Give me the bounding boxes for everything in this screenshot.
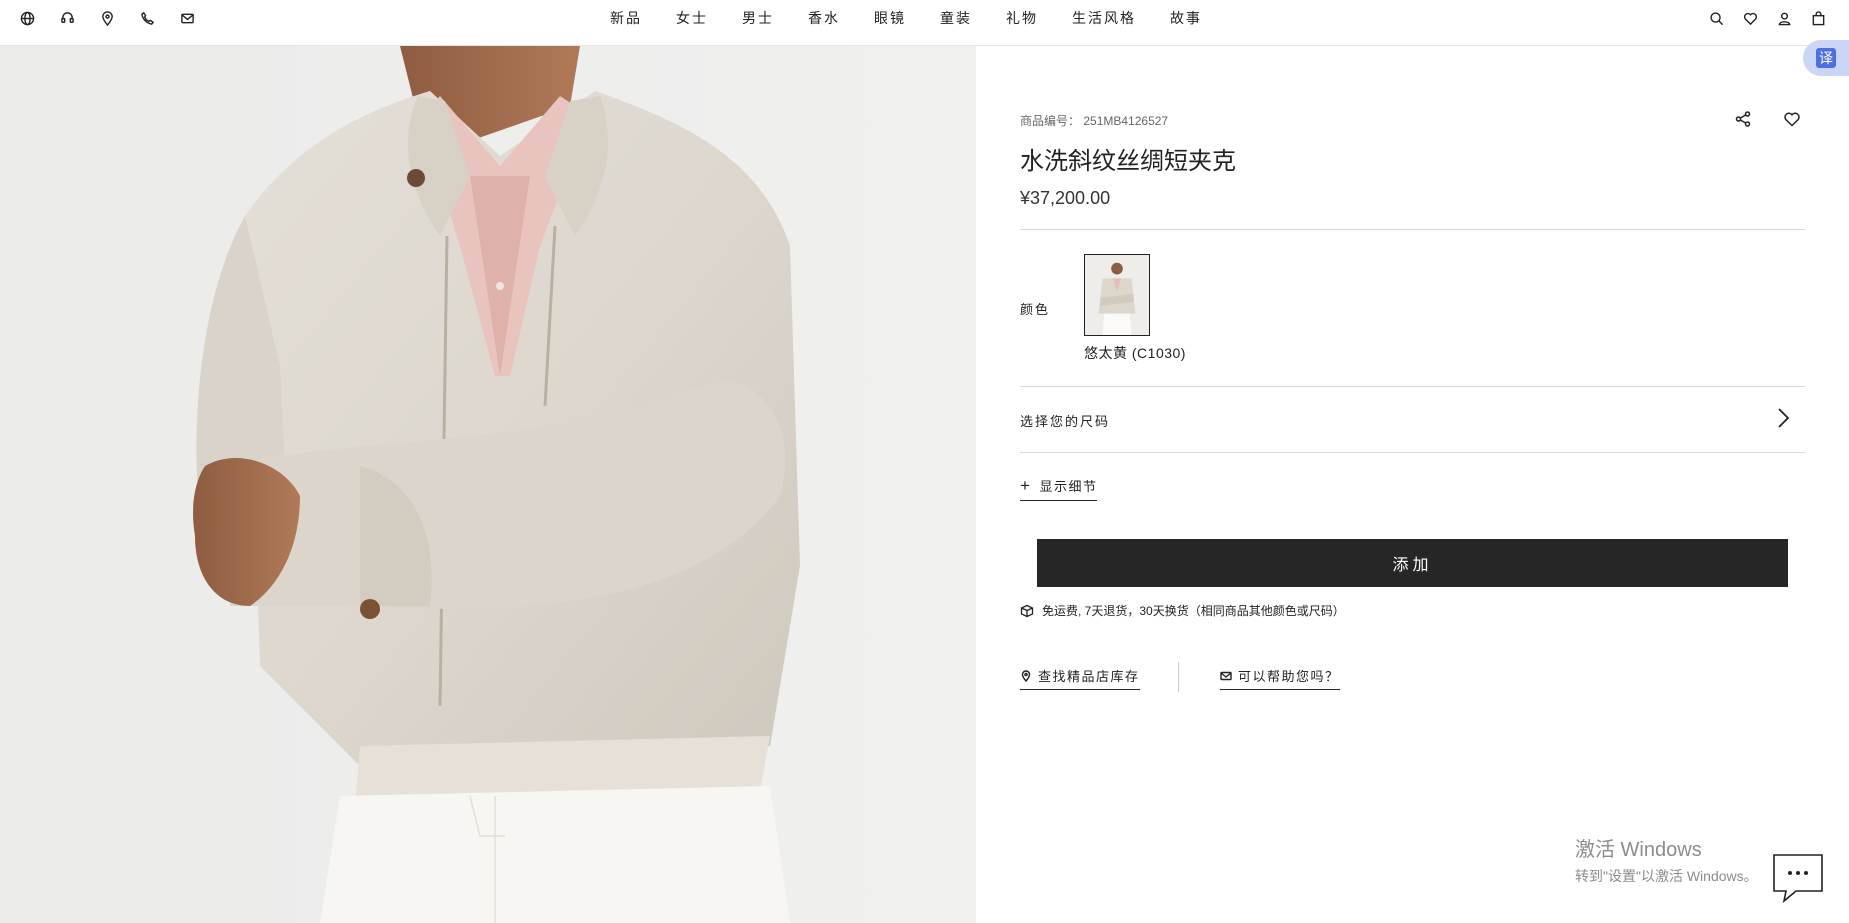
- product-price: ¥37,200.00: [1020, 188, 1111, 208]
- location-pin-icon: [1021, 669, 1031, 682]
- add-to-wishlist-icon[interactable]: [1783, 110, 1801, 133]
- nav-new[interactable]: 新品: [610, 8, 642, 28]
- nav-women[interactable]: 女士: [676, 8, 708, 28]
- shipping-info: 免运费, 7天退货，30天换货（相同商品其他颜色或尺码）: [1020, 602, 1345, 619]
- windows-activation-watermark: 激活 Windows 转到"设置"以激活 Windows。: [1575, 833, 1758, 886]
- add-to-bag-button[interactable]: 添加: [1037, 539, 1788, 587]
- nav-stories[interactable]: 故事: [1170, 8, 1202, 28]
- mail-icon: [1220, 671, 1232, 680]
- nav-kids[interactable]: 童装: [940, 8, 972, 28]
- help-label: 可以帮助您吗？: [1238, 669, 1340, 684]
- bag-icon[interactable]: [1809, 9, 1827, 27]
- header-left-icons: [18, 9, 196, 27]
- location-pin-icon[interactable]: [98, 9, 116, 27]
- customer-service-icon[interactable]: [58, 9, 76, 27]
- wishlist-icon[interactable]: [1741, 9, 1759, 27]
- help-link[interactable]: 可以帮助您吗？: [1220, 666, 1340, 690]
- nav-gifts[interactable]: 礼物: [1006, 8, 1038, 28]
- translate-icon: 译: [1816, 48, 1836, 68]
- account-icon[interactable]: [1775, 9, 1793, 27]
- show-details-toggle[interactable]: + 显示细节: [1020, 476, 1098, 501]
- share-icon[interactable]: [1734, 110, 1752, 133]
- nav-men[interactable]: 男士: [742, 8, 774, 28]
- divider: [1020, 229, 1805, 230]
- nav-fragrance[interactable]: 香水: [808, 8, 840, 28]
- selected-color-name: 悠太黄 (C1030): [1084, 345, 1186, 361]
- plus-icon: +: [1020, 476, 1032, 495]
- product-image[interactable]: [0, 46, 976, 923]
- divider: [1178, 662, 1179, 692]
- nav-eyewear[interactable]: 眼镜: [874, 8, 906, 28]
- color-label: 颜色: [1020, 302, 1051, 317]
- divider: [1020, 452, 1805, 453]
- watermark-title: 激活 Windows: [1575, 839, 1702, 861]
- translate-button[interactable]: 译: [1803, 40, 1849, 76]
- show-details-label: 显示细节: [1039, 479, 1098, 494]
- color-swatch[interactable]: [1084, 254, 1150, 336]
- store-stock-link[interactable]: 查找精品店库存: [1020, 666, 1140, 690]
- top-header: 新品 女士 男士 香水 眼镜 童装 礼物 生活风格 故事: [0, 0, 1849, 46]
- phone-icon[interactable]: [138, 9, 156, 27]
- nav-lifestyle[interactable]: 生活风格: [1072, 8, 1136, 28]
- chat-icon[interactable]: [1770, 851, 1826, 904]
- product-title: 水洗斜纹丝绸短夹克: [1020, 148, 1236, 175]
- main-nav: 新品 女士 男士 香水 眼镜 童装 礼物 生活风格 故事: [610, 0, 1236, 36]
- product-sku: 商品编号： 251MB4126527: [1020, 112, 1168, 129]
- header-right-icons: [1707, 9, 1827, 27]
- shipping-text: 免运费, 7天退货，30天换货（相同商品其他颜色或尺码）: [1042, 604, 1345, 618]
- size-selector[interactable]: 选择您的尺码: [1020, 386, 1805, 452]
- chevron-right-icon: [1773, 406, 1793, 430]
- size-selector-label: 选择您的尺码: [1020, 414, 1111, 429]
- sku-label: 商品编号：: [1020, 114, 1081, 128]
- store-stock-label: 查找精品店库存: [1038, 669, 1140, 684]
- product-details-panel: 商品编号： 251MB4126527 水洗斜纹丝绸短夹克 ¥37,200.00 …: [1020, 46, 1805, 923]
- globe-icon[interactable]: [18, 9, 36, 27]
- box-icon: [1020, 604, 1034, 617]
- mail-icon[interactable]: [178, 9, 196, 27]
- search-icon[interactable]: [1707, 9, 1725, 27]
- sku-value: 251MB4126527: [1083, 114, 1169, 128]
- watermark-subtitle: 转到"设置"以激活 Windows。: [1575, 868, 1758, 884]
